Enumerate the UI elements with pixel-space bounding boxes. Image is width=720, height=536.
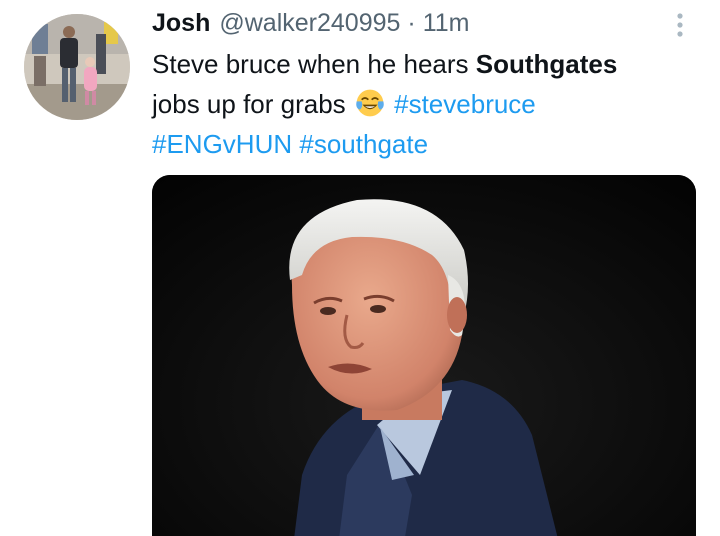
tweet-text-part1: Steve bruce when he hears	[152, 49, 476, 79]
avatar[interactable]	[24, 14, 130, 120]
tweet-media-photo[interactable]	[152, 175, 696, 536]
hashtag-link[interactable]: #stevebruce	[394, 89, 536, 119]
more-vertical-icon	[677, 13, 683, 37]
avatar-photo	[24, 14, 130, 120]
author-handle[interactable]: @walker240995	[219, 6, 400, 40]
more-options-button[interactable]	[668, 8, 692, 42]
tweet-header: Josh @walker240995 · 11m	[152, 6, 470, 40]
tweet-timestamp[interactable]: 11m	[423, 6, 470, 40]
hashtag-link[interactable]: #ENGvHUN	[152, 129, 292, 159]
separator-dot: ·	[407, 9, 416, 37]
author-name[interactable]: Josh	[152, 6, 210, 40]
tweet-text-part2: jobs up for grabs	[152, 89, 353, 119]
tears-of-joy-emoji-icon	[356, 89, 384, 117]
tweet-text-bold: Southgates	[475, 49, 618, 79]
hashtag-link[interactable]: #southgate	[299, 129, 428, 159]
tweet[interactable]: Josh @walker240995 · 11m Steve bruce whe…	[0, 0, 720, 536]
tweet-text: Steve bruce when he hears Southgates job…	[152, 44, 704, 164]
media-image	[152, 175, 696, 536]
